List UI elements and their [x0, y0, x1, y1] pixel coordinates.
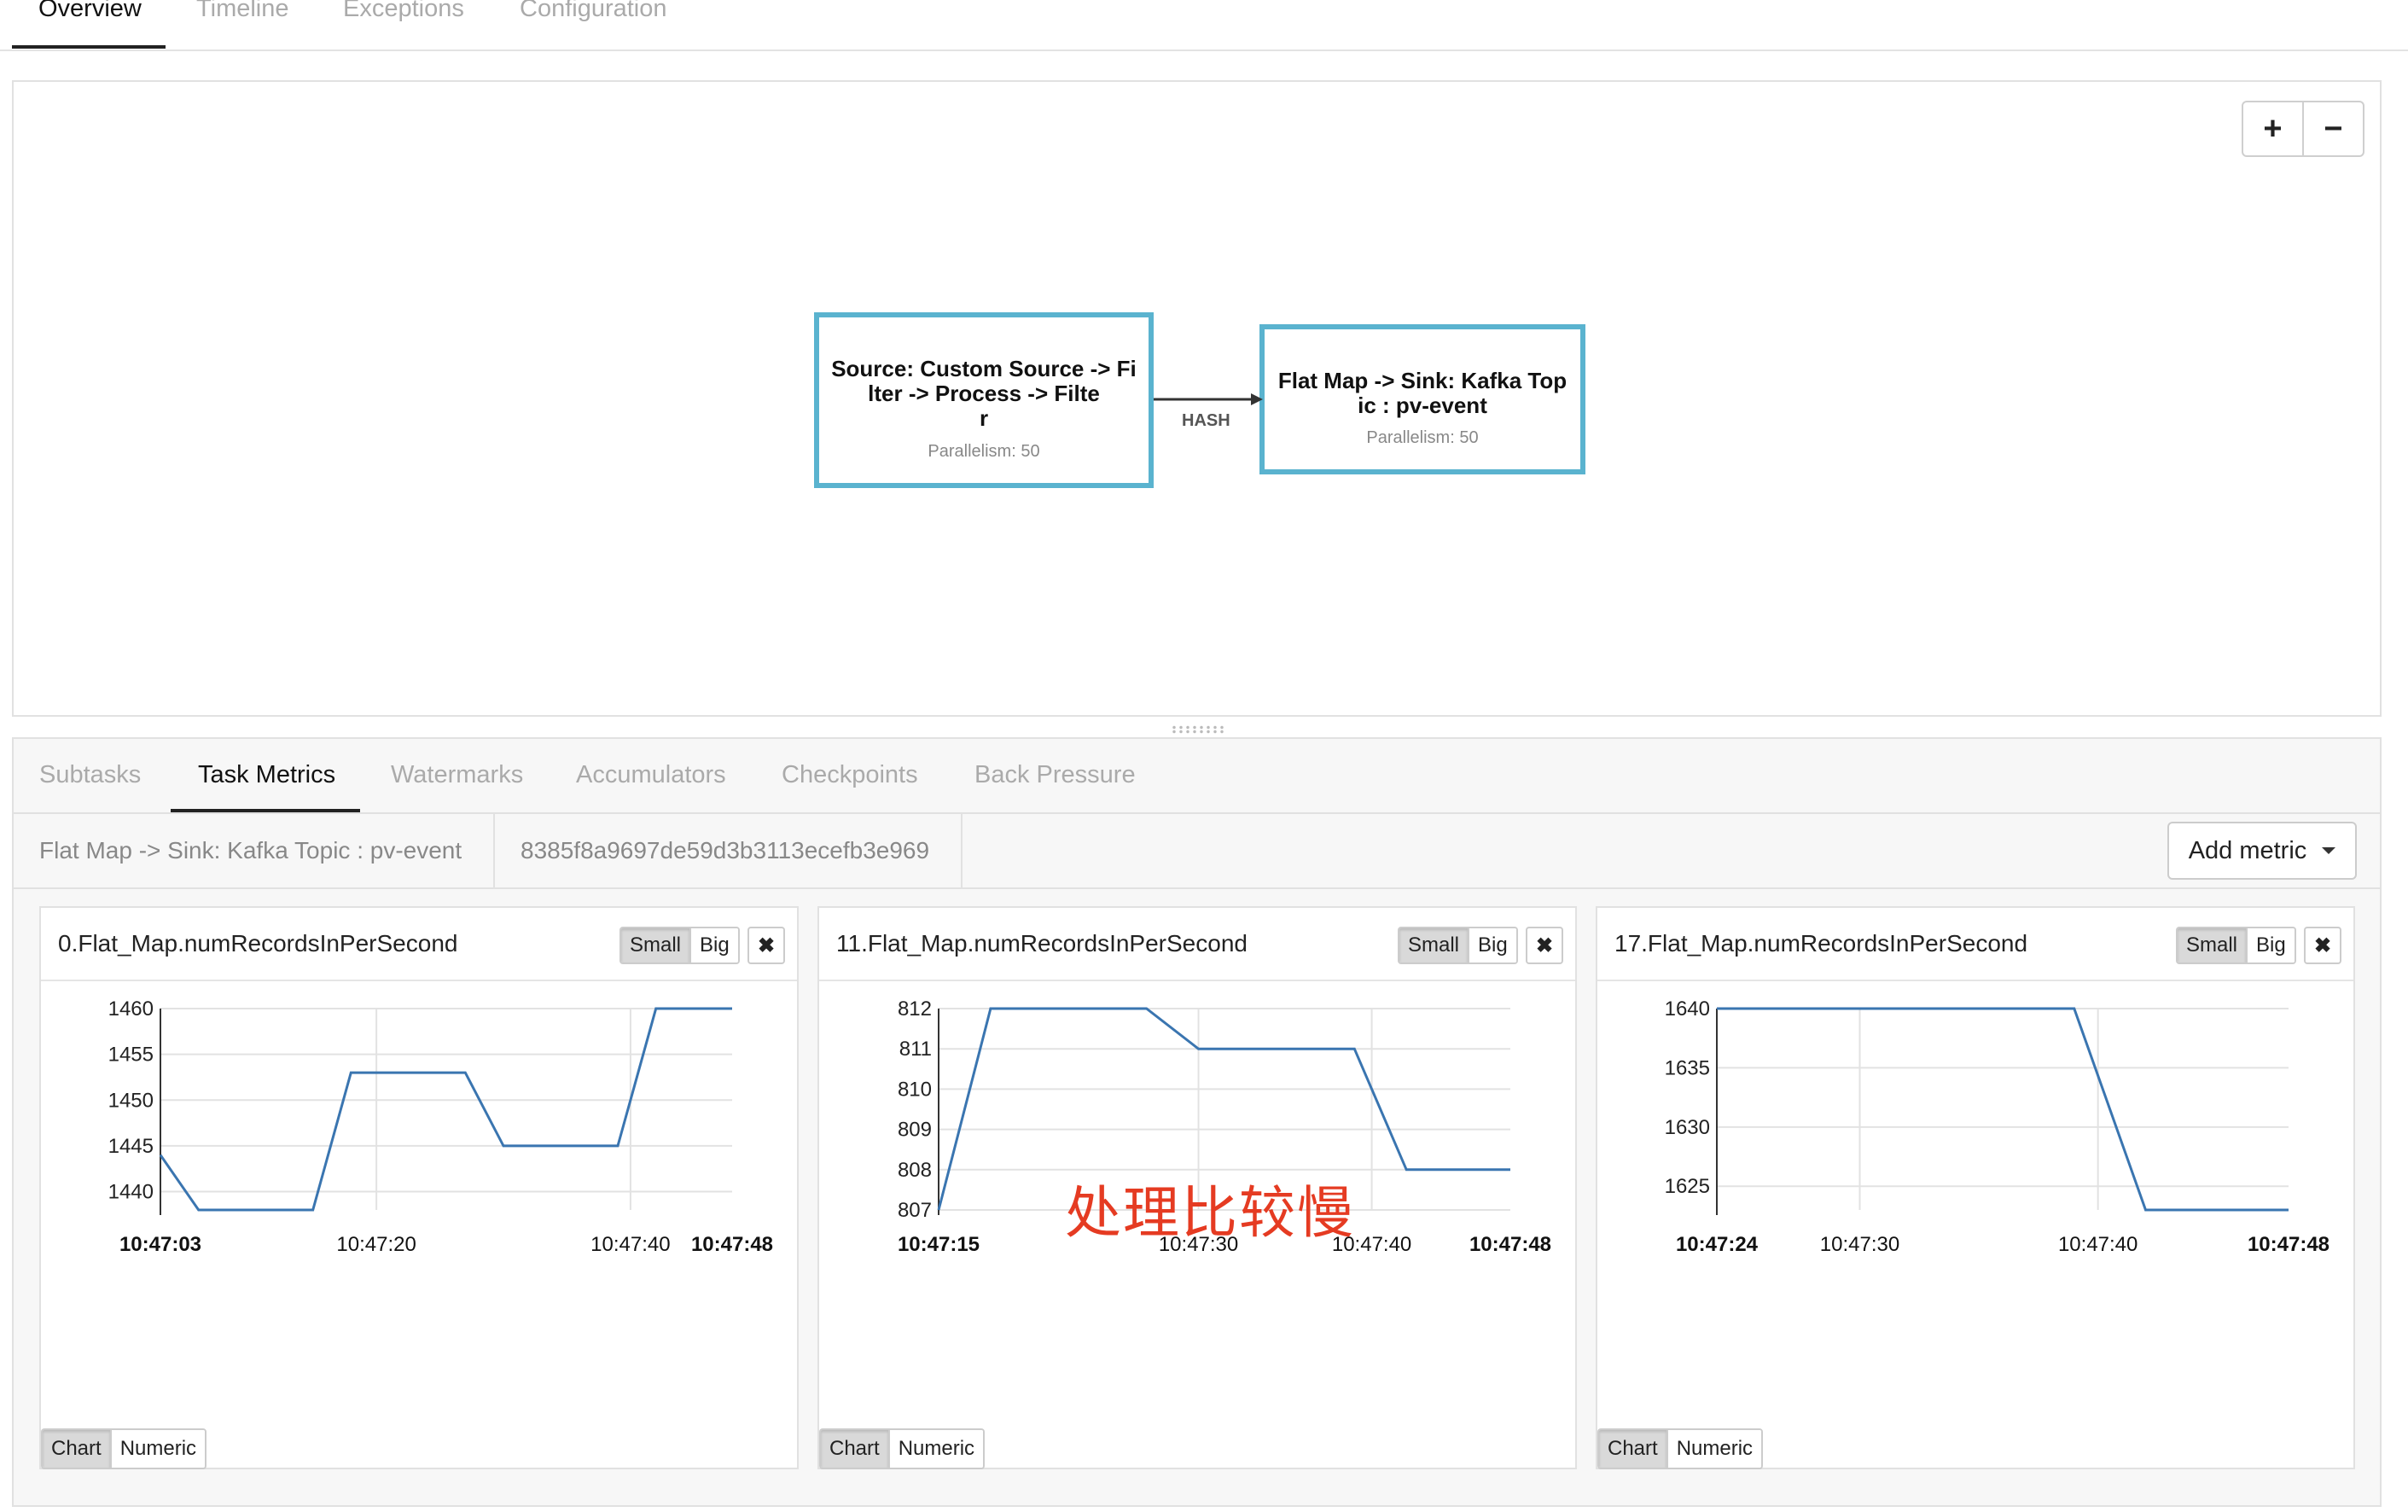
metric-title: 11.Flat_Map.numRecordsInPerSecond: [836, 930, 1248, 957]
annotation-text: 处理比较慢: [1065, 1181, 1355, 1244]
caret-down-icon: [2322, 847, 2336, 854]
size-toggle: Small Big: [619, 927, 740, 964]
x-tick-label: 10:47:30: [1820, 1233, 1899, 1256]
tab-configuration[interactable]: Configuration: [520, 0, 667, 23]
metric-title: 17.Flat_Map.numRecordsInPerSecond: [1614, 930, 2028, 957]
x-tick-label: 10:47:03: [119, 1233, 201, 1256]
y-tick-label: 807: [898, 1199, 932, 1222]
divider: [961, 814, 963, 887]
active-tab-indicator: [171, 809, 360, 812]
node-title: Source: Custom Source -> Fi lter -> Proc…: [831, 356, 1137, 431]
metric-panel: 0.Flat_Map.numRecordsInPerSecond Small B…: [39, 906, 799, 1469]
metric-panel-header: 0.Flat_Map.numRecordsInPerSecond Small B…: [41, 908, 797, 981]
metric-chart: 1625 1630 1635 1640 10:47:24 10:47:30 10:47:40…: [1665, 997, 2329, 1256]
small-size-button[interactable]: Small: [621, 928, 690, 962]
node-title: Flat Map -> Sink: Kafka Top ic : pv-even…: [1277, 368, 1568, 418]
close-metric-button[interactable]: ✖: [2304, 927, 2341, 964]
add-metric-label: Add metric: [2188, 836, 2307, 864]
series-line: [159, 1007, 732, 1212]
divider: [493, 814, 495, 887]
x-tick-label: 10:47:40: [2058, 1233, 2138, 1256]
x-tick-label: 10:47:24: [1676, 1233, 1759, 1256]
vertex-id: 8385f8a9697de59d3b3113ecefb3e969: [521, 837, 930, 864]
y-tick-label: 1635: [1665, 1056, 1710, 1079]
x-tick-label: 10:47:40: [590, 1233, 670, 1256]
tab-exceptions[interactable]: Exceptions: [343, 0, 464, 23]
big-size-button[interactable]: Big: [1468, 928, 1516, 962]
x-tick-label: 10:47:48: [1469, 1233, 1551, 1256]
size-toggle: Small Big: [2176, 927, 2296, 964]
panel-resize-handle[interactable]: [1171, 725, 1225, 734]
graph-node-flatmap-sink[interactable]: Flat Map -> Sink: Kafka Top ic : pv-even…: [1259, 324, 1585, 474]
close-metric-button[interactable]: ✖: [1526, 927, 1563, 964]
y-tick-label: 808: [898, 1159, 932, 1182]
big-size-button[interactable]: Big: [689, 928, 738, 962]
vertex-info-bar: Flat Map -> Sink: Kafka Topic : pv-event…: [14, 814, 2380, 889]
tab-watermarks[interactable]: Watermarks: [391, 761, 523, 789]
graph-edge-arrow: [1154, 393, 1263, 405]
metric-panel: 17.Flat_Map.numRecordsInPerSecond Small …: [1596, 906, 2355, 1469]
big-size-button[interactable]: Big: [2246, 928, 2295, 962]
tab-accumulators[interactable]: Accumulators: [576, 761, 726, 789]
tab-overview[interactable]: Overview: [38, 0, 142, 23]
tab-timeline[interactable]: Timeline: [196, 0, 289, 23]
y-tick-label: 1625: [1665, 1175, 1710, 1198]
y-tick-label: 1460: [108, 997, 154, 1021]
chart-view-button[interactable]: Chart: [821, 1430, 888, 1468]
tab-back-pressure[interactable]: Back Pressure: [974, 761, 1136, 789]
vertex-name: Flat Map -> Sink: Kafka Topic : pv-event: [39, 837, 462, 864]
x-tick-label: 10:47:48: [2248, 1233, 2329, 1256]
zoom-in-button[interactable]: +: [2243, 102, 2302, 155]
y-tick-label: 1440: [108, 1181, 154, 1204]
view-toggle: Chart Numeric: [1597, 1428, 1764, 1469]
tab-subtasks[interactable]: Subtasks: [39, 761, 141, 789]
metric-panel-header: 11.Flat_Map.numRecordsInPerSecond Small …: [819, 908, 1575, 981]
x-tick-label: 10:47:15: [898, 1233, 980, 1256]
y-tick-label: 1445: [108, 1135, 154, 1158]
tab-task-metrics[interactable]: Task Metrics: [198, 761, 335, 789]
y-tick-label: 1455: [108, 1044, 154, 1067]
metric-title: 0.Flat_Map.numRecordsInPerSecond: [58, 930, 458, 957]
small-size-button[interactable]: Small: [2178, 928, 2247, 962]
y-tick-label: 1450: [108, 1089, 154, 1112]
node-parallelism: Parallelism: 50: [928, 442, 1040, 461]
vertex-tab-bar: Subtasks Task Metrics Watermarks Accumul…: [14, 739, 2380, 814]
top-tab-bar: Overview Timeline Exceptions Configurati…: [0, 0, 2408, 51]
node-parallelism: Parallelism: 50: [1366, 428, 1479, 447]
x-tick-label: 10:47:48: [691, 1233, 773, 1256]
numeric-view-button[interactable]: Numeric: [1666, 1430, 1762, 1468]
metric-panel-header: 17.Flat_Map.numRecordsInPerSecond Small …: [1597, 908, 2353, 981]
add-metric-dropdown[interactable]: Add metric: [2167, 822, 2357, 880]
view-toggle: Chart Numeric: [819, 1428, 986, 1469]
y-tick-label: 811: [899, 1038, 932, 1061]
numeric-view-button[interactable]: Numeric: [887, 1430, 984, 1468]
tab-checkpoints[interactable]: Checkpoints: [782, 761, 918, 789]
y-tick-label: 1640: [1665, 997, 1710, 1021]
active-tab-indicator: [12, 45, 166, 49]
zoom-controls: + −: [2242, 101, 2364, 157]
y-tick-label: 1630: [1665, 1116, 1710, 1139]
small-size-button[interactable]: Small: [1399, 928, 1469, 962]
graph-node-source[interactable]: Source: Custom Source -> Fi lter -> Proc…: [814, 312, 1154, 488]
size-toggle: Small Big: [1398, 927, 1518, 964]
zoom-out-button[interactable]: −: [2302, 102, 2363, 155]
edge-label: HASH: [1182, 411, 1230, 430]
chart-view-button[interactable]: Chart: [1599, 1430, 1666, 1468]
close-metric-button[interactable]: ✖: [747, 927, 785, 964]
numeric-view-button[interactable]: Numeric: [109, 1430, 206, 1468]
y-tick-label: 809: [898, 1119, 932, 1142]
view-toggle: Chart Numeric: [41, 1428, 207, 1469]
y-tick-label: 810: [898, 1078, 932, 1101]
y-tick-label: 812: [898, 997, 932, 1021]
series-line: [1717, 1007, 2289, 1212]
metric-chart: 1440 1445 1450 1455 1460 10:47:03 10:47:20 10:4…: [108, 997, 773, 1256]
chart-view-button[interactable]: Chart: [43, 1430, 110, 1468]
x-tick-label: 10:47:20: [336, 1233, 416, 1256]
